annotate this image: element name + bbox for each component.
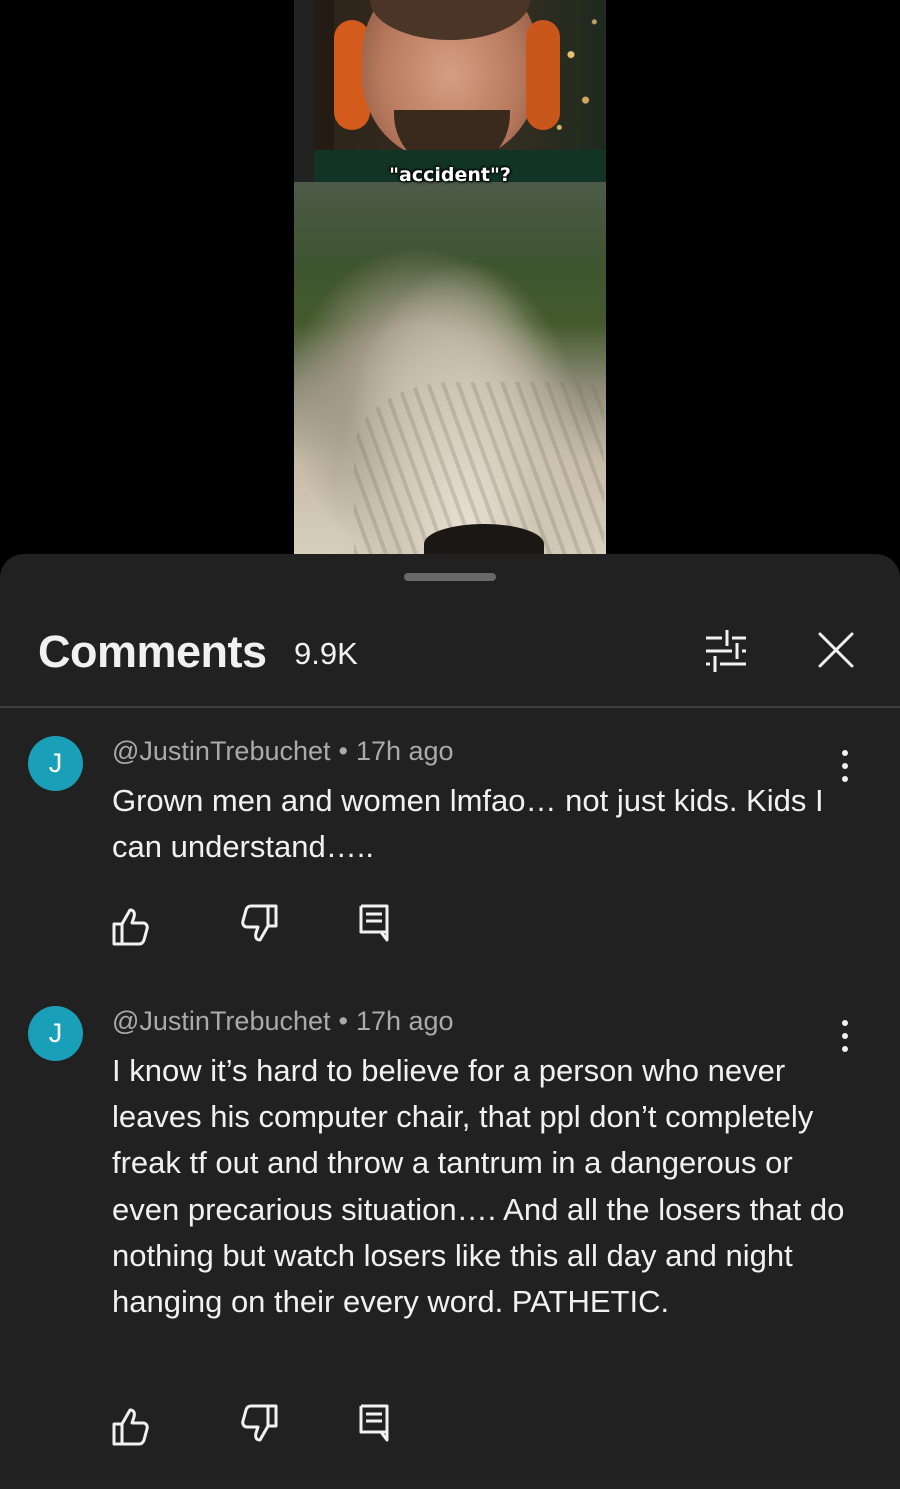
- comments-title: Comments: [38, 626, 267, 677]
- comments-count: 9.9K: [294, 636, 358, 671]
- comments-sheet: Comments 9.9K J @JustinTrebuchet • 17h ago: [0, 554, 900, 1489]
- reply-icon: [359, 1404, 389, 1442]
- reply-button[interactable]: [352, 900, 398, 946]
- video-player[interactable]: "accident"?: [0, 0, 900, 560]
- like-icon: [112, 908, 149, 946]
- avatar[interactable]: J: [28, 736, 83, 791]
- dislike-icon: [241, 904, 278, 942]
- sort-filter-button[interactable]: [696, 624, 754, 678]
- headphones-image: [526, 20, 560, 130]
- comment-meta: @JustinTrebuchet • 17h ago: [112, 1006, 454, 1037]
- like-button[interactable]: [108, 904, 154, 950]
- streamer-webcam: [314, 0, 606, 190]
- comment-time: 17h ago: [355, 1006, 454, 1036]
- avatar[interactable]: J: [28, 1006, 83, 1061]
- comments-header: Comments 9.9K: [0, 614, 900, 708]
- comment-meta: @JustinTrebuchet • 17h ago: [112, 736, 454, 767]
- comment-author[interactable]: @JustinTrebuchet: [112, 1006, 331, 1036]
- like-icon: [112, 1408, 149, 1446]
- video-caption: "accident"?: [389, 164, 511, 186]
- video-frame[interactable]: "accident"?: [294, 0, 606, 554]
- close-icon: [818, 632, 854, 668]
- meta-separator: •: [338, 736, 348, 766]
- reply-button[interactable]: [352, 1400, 398, 1446]
- dislike-button[interactable]: [236, 900, 282, 946]
- meta-separator: •: [338, 1006, 348, 1036]
- like-button[interactable]: [108, 1404, 154, 1450]
- comment-time: 17h ago: [355, 736, 454, 766]
- dislike-button[interactable]: [236, 1400, 282, 1446]
- dislike-icon: [241, 1404, 278, 1442]
- comment-item: J @JustinTrebuchet • 17h ago I know it’s h…: [0, 1006, 900, 1489]
- comment-text: Grown men and women lmfao… not just kids…: [112, 783, 824, 865]
- close-button[interactable]: [808, 624, 864, 678]
- drag-handle[interactable]: [404, 573, 496, 581]
- comment-author[interactable]: @JustinTrebuchet: [112, 736, 331, 766]
- sort-filter-icon: [706, 630, 746, 672]
- reply-icon: [359, 904, 389, 942]
- comment-item: J @JustinTrebuchet • 17h ago Grown men and…: [0, 736, 900, 976]
- comment-text: I know it’s hard to believe for a person…: [112, 1053, 845, 1320]
- cliff-footage: [294, 182, 606, 554]
